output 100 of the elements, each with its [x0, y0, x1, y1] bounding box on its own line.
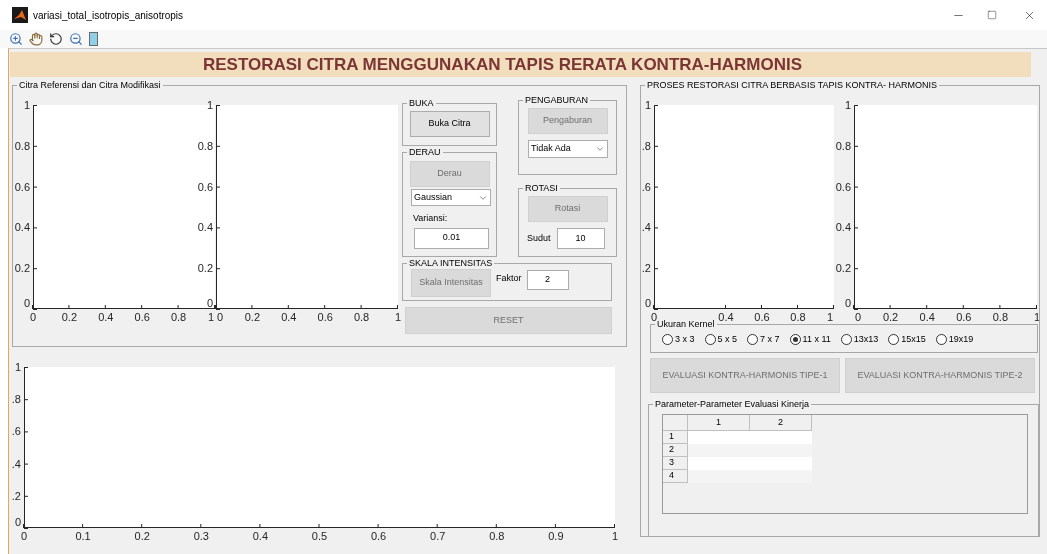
tick-label: 0.6 [14, 180, 30, 193]
table-cell[interactable] [688, 457, 750, 470]
tick-label: 0.2 [197, 262, 213, 275]
table-cell[interactable] [688, 431, 750, 444]
chevron-icon [595, 144, 605, 154]
tick-label: 0.8 [197, 139, 213, 152]
tick-label: 0 [29, 311, 37, 323]
tick-label: 0.3 [193, 530, 209, 542]
tick-label: 0.6 [754, 311, 770, 323]
tick-label: 1 [14, 361, 21, 373]
tick-label: 0 [650, 311, 658, 323]
tick-label: 0.8 [170, 311, 187, 323]
tick-label: 0.8 [353, 311, 370, 323]
tick-label: 0.8 [835, 139, 851, 152]
tick-label: 0.6 [835, 180, 851, 193]
input-field[interactable]: 0.01 [414, 227, 489, 249]
radio-option[interactable]: 11 x 11 [789, 333, 831, 347]
input-field[interactable]: 2 [526, 270, 569, 290]
tick-label: 0 [20, 530, 28, 542]
tick-label: 1 [1033, 311, 1039, 323]
panel-title: Ukuran Kernel [656, 319, 716, 330]
tick-label: 0 [23, 297, 30, 309]
tick-label: 0 [844, 297, 851, 309]
zoom-in-icon[interactable] [9, 32, 23, 46]
tick-label: 0 [206, 297, 213, 309]
radio-option[interactable]: 19x19 [935, 333, 974, 347]
tick-label: 0.4 [835, 221, 851, 234]
panel-title: Citra Referensi dan Citra Modifikasi [18, 80, 162, 91]
tick-label: 1 [206, 99, 213, 111]
table-cell[interactable] [750, 431, 812, 444]
tick-label: 1 [644, 99, 651, 111]
tick-label: 0 [644, 297, 651, 309]
panel-title: SKALA INTENSITAS [408, 258, 494, 269]
tick-label: 1 [826, 311, 833, 323]
table-cell[interactable] [688, 444, 750, 457]
radio-icon [935, 334, 947, 346]
tick-label: .8 [641, 139, 651, 152]
radio-option[interactable]: 13x13 [840, 333, 879, 347]
tick-label: 0.4 [98, 311, 114, 323]
tick-label: 0.1 [75, 530, 91, 542]
colorbar-icon[interactable] [89, 32, 98, 46]
tick-label: 0.8 [489, 530, 505, 542]
tick-label: 0.4 [281, 311, 297, 323]
tick-label: 0.4 [718, 311, 734, 323]
tick-label: 0.8 [790, 311, 806, 323]
tick-label: 0.9 [548, 530, 564, 542]
field-label: Sudut [527, 231, 551, 245]
field-label: Variansi: [413, 212, 449, 225]
tick-label: 0 [855, 311, 862, 323]
tick-label: 0.2 [835, 262, 851, 275]
tick-label: 1 [611, 530, 619, 542]
tick-label: 1 [207, 311, 214, 323]
radio-option[interactable]: 3 x 3 [662, 333, 695, 347]
tick-label: 0.4 [14, 221, 30, 234]
tick-label: 0.6 [956, 311, 972, 323]
panel-title: BUKA [408, 98, 435, 109]
tick-label: 0.5 [311, 530, 328, 542]
tick-label: 0.6 [370, 530, 387, 542]
tick-label: 1 [394, 311, 402, 323]
panel-title: PENGABURAN [524, 95, 589, 106]
dropdown[interactable]: Tidak Ada [528, 140, 608, 158]
tick-label: 0.4 [197, 221, 213, 234]
tick-label: 0.2 [134, 530, 150, 542]
panel-title: PROSES RESTORASI CITRA BERBASIS TAPIS KONTRA- HARMONIS [646, 81, 939, 91]
tick-label: 1 [844, 99, 851, 111]
tick-label: 0.6 [317, 311, 333, 323]
radio-icon [662, 334, 673, 346]
rotate-icon[interactable] [49, 32, 63, 46]
radio-option[interactable]: 15x15 [888, 333, 926, 347]
dropdown[interactable]: Gaussian [411, 189, 491, 206]
maximize-icon[interactable] [987, 10, 997, 20]
panel-title: DERAU [408, 147, 442, 158]
tick-label: .2 [641, 262, 651, 275]
tick-label: 0.2 [14, 262, 30, 275]
zoom-out-icon[interactable] [69, 32, 83, 46]
radio-icon [789, 334, 801, 346]
tick-label: 0.6 [134, 311, 150, 323]
tick-label: 0 [14, 516, 21, 528]
tick-label: .4 [641, 221, 651, 234]
tick-label: .4 [11, 457, 21, 470]
tick-label: 0.6 [197, 180, 213, 193]
tick-label: .2 [11, 489, 21, 502]
tick-label: .6 [11, 425, 21, 438]
radio-option[interactable]: 7 x 7 [747, 333, 780, 347]
tick-label: .6 [641, 180, 651, 193]
tick-label: .8 [11, 393, 21, 406]
radio-icon [888, 334, 900, 346]
panel-title: Parameter-Parameter Evaluasi Kinerja [654, 399, 811, 410]
radio-option[interactable]: 5 x 5 [704, 333, 738, 347]
tick-label: 0.7 [430, 530, 446, 542]
tick-label: 1 [23, 99, 30, 111]
table-cell[interactable] [688, 470, 750, 483]
tick-label: 0 [217, 311, 224, 323]
button[interactable]: Buka Citra [409, 111, 490, 137]
radio-icon [747, 334, 759, 346]
input-field[interactable]: 10 [556, 228, 605, 249]
hand-icon[interactable] [29, 32, 43, 46]
radio-icon [840, 334, 852, 346]
field-label: Faktor [496, 272, 522, 285]
tick-label: 0.8 [14, 139, 30, 152]
